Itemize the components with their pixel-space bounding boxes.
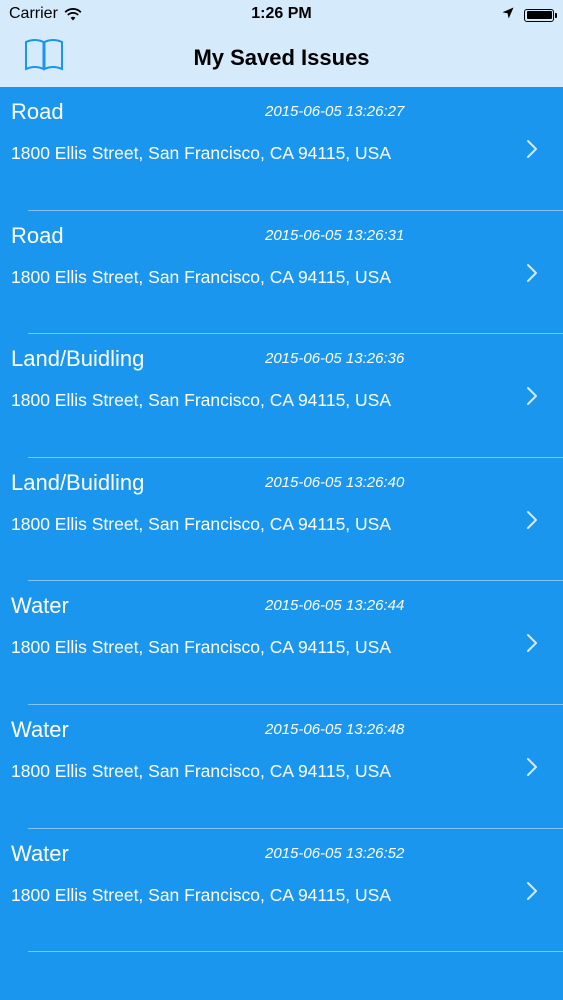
issue-category: Water xyxy=(11,840,69,866)
issue-timestamp: 2015-06-05 13:26:48 xyxy=(265,720,405,738)
chevron-right-icon xyxy=(526,510,538,530)
issue-category: Road xyxy=(11,99,64,124)
issue-address: 1800 Ellis Street, San Francisco, CA 941… xyxy=(11,266,392,287)
status-bar: Carrier 1:26 PM xyxy=(0,0,563,28)
issue-address: 1800 Ellis Street, San Francisco, CA 941… xyxy=(11,884,392,905)
issue-row[interactable]: Water 2015-06-05 13:26:44 1800 Ellis Stree… xyxy=(0,581,563,705)
row-divider xyxy=(28,951,563,953)
issue-timestamp: 2015-06-05 13:26:31 xyxy=(265,226,405,244)
issues-list: Road 2015-06-05 13:26:27 1800 Ellis Street… xyxy=(0,87,563,953)
battery-icon xyxy=(524,8,557,22)
issue-address: 1800 Ellis Street, San Francisco, CA 941… xyxy=(11,513,392,534)
issue-category: Water xyxy=(11,716,69,742)
chevron-right-icon xyxy=(526,139,538,159)
issue-timestamp: 2015-06-05 13:26:27 xyxy=(265,103,405,120)
issue-category: Land/Buidling xyxy=(11,346,145,372)
issue-address: 1800 Ellis Street, San Francisco, CA 941… xyxy=(11,390,392,411)
top-bar: Carrier 1:26 PM My Saved Issues xyxy=(0,0,563,87)
status-right-group xyxy=(502,6,557,24)
chevron-right-icon xyxy=(526,263,538,283)
page-title: My Saved Issues xyxy=(193,45,370,70)
chevron-right-icon xyxy=(526,386,538,406)
chevron-right-icon xyxy=(526,757,538,777)
issue-row[interactable]: Road 2015-06-05 13:26:27 1800 Ellis Street… xyxy=(0,87,563,211)
issue-timestamp: 2015-06-05 13:26:44 xyxy=(265,597,405,615)
issue-row[interactable]: Water 2015-06-05 13:26:52 1800 Ellis Stree… xyxy=(0,829,563,953)
location-arrow-icon xyxy=(502,6,514,24)
chevron-right-icon xyxy=(526,633,538,653)
clock: 1:26 PM xyxy=(251,5,312,22)
issue-address: 1800 Ellis Street, San Francisco, CA 941… xyxy=(11,637,392,658)
issue-address: 1800 Ellis Street, San Francisco, CA 941… xyxy=(11,143,392,163)
issue-timestamp: 2015-06-05 13:26:36 xyxy=(265,350,405,368)
chevron-right-icon xyxy=(526,881,538,901)
issue-category: Land/Buidling xyxy=(11,469,145,495)
issue-timestamp: 2015-06-05 13:26:40 xyxy=(265,473,405,491)
issue-address: 1800 Ellis Street, San Francisco, CA 941… xyxy=(11,760,392,781)
issue-row[interactable]: Water 2015-06-05 13:26:48 1800 Ellis Stree… xyxy=(0,705,563,829)
issue-row[interactable]: Land/Buidling 2015-06-05 13:26:36 1800 Ell… xyxy=(0,334,563,458)
issue-category: Water xyxy=(11,593,69,619)
issue-category: Road xyxy=(11,222,64,248)
issue-timestamp: 2015-06-05 13:26:52 xyxy=(265,844,405,862)
issue-row[interactable]: Land/Buidling 2015-06-05 13:26:40 1800 Ell… xyxy=(0,458,563,582)
issue-row[interactable]: Road 2015-06-05 13:26:31 1800 Ellis Street… xyxy=(0,211,563,335)
navigation-bar: My Saved Issues xyxy=(0,28,563,87)
